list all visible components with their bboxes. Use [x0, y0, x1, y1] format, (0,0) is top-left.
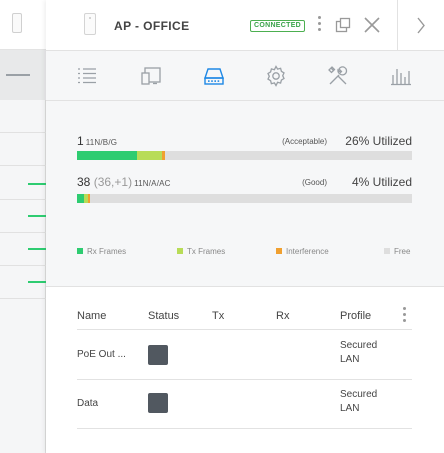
stats-icon[interactable] — [389, 64, 413, 88]
radio-row: 38 (36,+1) 11N/A/AC (Good) 4% Utilized — [77, 175, 412, 191]
port-status-indicator — [148, 345, 168, 365]
port-profile: Secured LAN — [340, 389, 378, 414]
column-header-rx[interactable]: Rx — [276, 310, 289, 322]
connected-badge: CONNECTED — [250, 20, 306, 32]
legend-rx-frames: Rx Frames — [77, 247, 126, 257]
port-name: PoE Out ... — [77, 349, 126, 360]
panel-header: AP - OFFICE CONNECTED — [46, 0, 444, 51]
row-divider — [0, 298, 46, 299]
panel-tabs — [46, 51, 444, 101]
utilization-label: 4% Utilized — [351, 175, 412, 189]
close-icon[interactable] — [362, 15, 382, 35]
legend-interference: Interference — [276, 247, 329, 257]
interference-segment — [87, 194, 90, 203]
rx-frames-segment — [77, 194, 85, 203]
utilization-label: 26% Utilized — [345, 134, 412, 148]
table-row[interactable]: Data Secured LAN — [77, 380, 412, 429]
tx-frames-segment — [137, 151, 163, 160]
table-options-icon[interactable] — [401, 307, 407, 325]
radio-utilization-section: 1 11N/B/G (Acceptable) 26% Utilized 38 (3… — [46, 101, 444, 287]
background-list-header — [0, 0, 46, 50]
devices-icon[interactable] — [140, 64, 164, 88]
list-icon[interactable] — [75, 64, 99, 88]
row-divider — [77, 428, 412, 429]
rx-frames-segment — [77, 151, 138, 160]
interference-segment — [162, 151, 165, 160]
uplink-indicator — [28, 281, 46, 283]
tx-swatch — [177, 248, 183, 254]
channel-label: 38 (36,+1) 11N/A/AC — [77, 175, 171, 189]
uplink-indicator — [28, 248, 46, 250]
uplink-indicator — [28, 215, 46, 217]
access-point-icon — [84, 13, 96, 35]
column-header-status[interactable]: Status — [148, 310, 179, 322]
table-row[interactable]: PoE Out ... Secured LAN — [77, 330, 412, 379]
device-title: AP - OFFICE — [114, 19, 190, 33]
port-status-indicator — [148, 393, 168, 413]
uplink-indicator — [28, 183, 46, 185]
utilization-bar — [77, 151, 412, 160]
tools-icon[interactable] — [326, 64, 350, 88]
interference-swatch — [276, 248, 282, 254]
column-header-profile[interactable]: Profile — [340, 310, 371, 322]
radio-icon[interactable] — [202, 64, 226, 88]
dash-icon — [6, 74, 30, 76]
row-divider — [0, 132, 46, 133]
port-profile: Secured LAN — [340, 340, 378, 365]
background-selected-row[interactable] — [0, 50, 46, 100]
background-device-list — [0, 0, 46, 453]
column-header-tx[interactable]: Tx — [212, 310, 224, 322]
channel-quality: (Good) — [302, 178, 327, 187]
utilization-bar — [77, 194, 412, 203]
legend-free: Free — [384, 247, 410, 257]
more-options-icon[interactable] — [316, 16, 322, 36]
row-divider — [0, 199, 46, 200]
channel-label: 1 11N/B/G — [77, 134, 118, 148]
gear-icon[interactable] — [264, 64, 288, 88]
rx-swatch — [77, 248, 83, 254]
radio-row: 1 11N/B/G (Acceptable) 26% Utilized — [77, 134, 412, 150]
row-divider — [0, 232, 46, 233]
channel-quality: (Acceptable) — [282, 137, 327, 146]
pop-out-icon[interactable] — [335, 17, 351, 33]
chevron-right-icon[interactable] — [398, 0, 444, 51]
access-point-icon — [12, 13, 22, 33]
row-divider — [0, 265, 46, 266]
row-divider — [0, 165, 46, 166]
port-name: Data — [77, 398, 99, 409]
device-properties-panel: AP - OFFICE CONNECTED 1 11N/B/G (Accepta… — [46, 0, 444, 453]
free-swatch — [384, 248, 390, 254]
legend-tx-frames: Tx Frames — [177, 247, 225, 257]
utilization-legend: Rx Frames Tx Frames Interference Free — [77, 247, 412, 259]
column-header-name[interactable]: Name — [77, 310, 106, 322]
